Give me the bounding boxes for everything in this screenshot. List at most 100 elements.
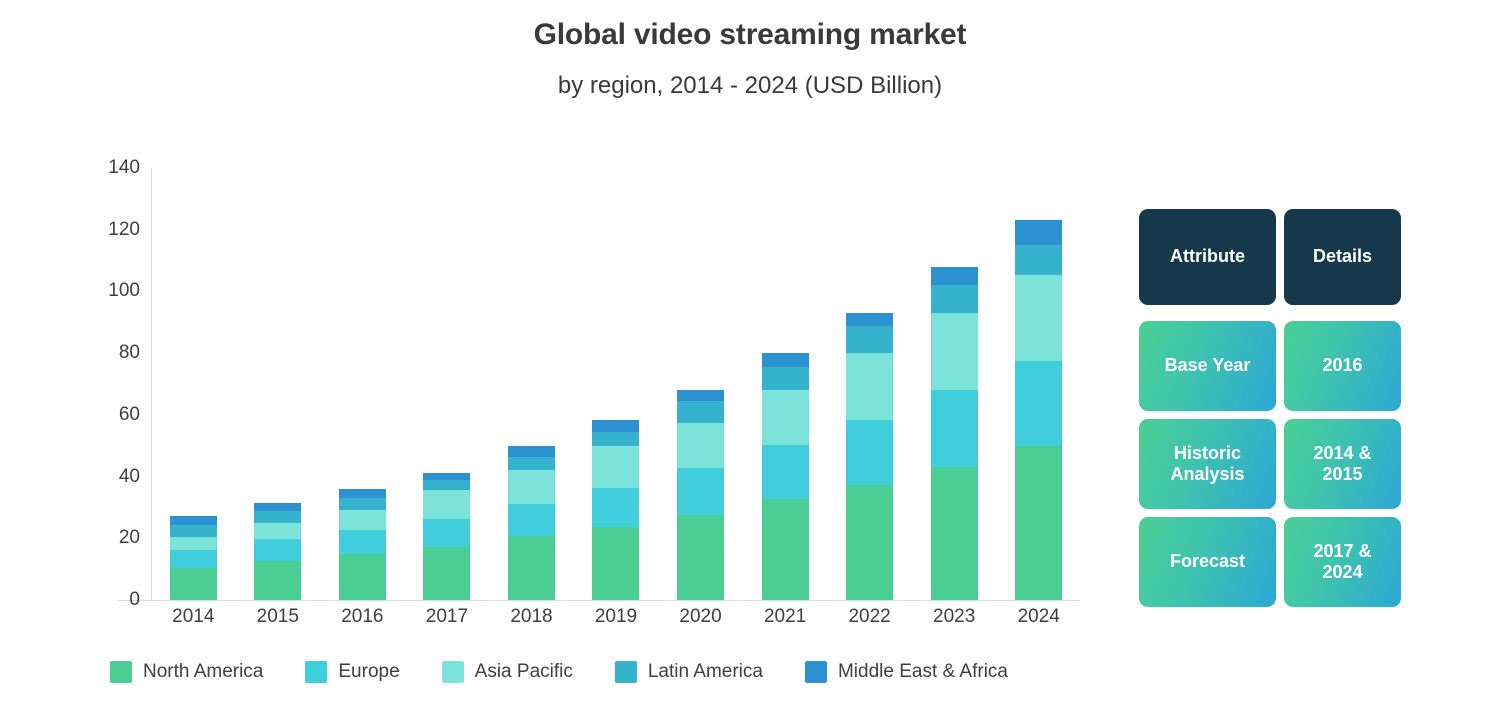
bar-segment-asia-pacific-2024[interactable] [1015,275,1063,361]
bar-group-2015[interactable] [236,168,321,600]
table-cell-details: 2017 & 2024 [1284,517,1401,607]
bar-segment-europe-2018[interactable] [507,503,555,536]
bar-segment-latin-america-2014[interactable] [169,524,217,537]
bar-group-2018[interactable] [489,168,574,600]
bar-segment-middle-east-africa-2015[interactable] [254,503,302,512]
x-axis-tick-2024: 2024 [1017,606,1060,627]
bar-segment-europe-2017[interactable] [423,518,471,547]
legend-swatch-icon [441,661,464,683]
bar-group-2014[interactable] [151,168,236,600]
stacked-bar-2020[interactable] [677,389,725,600]
bar-segment-europe-2019[interactable] [592,488,640,527]
bar-segment-north-america-2017[interactable] [423,546,471,600]
table-cell-attribute: Historic Analysis [1139,419,1276,509]
stacked-bar-2014[interactable] [169,515,217,600]
bar-segment-middle-east-africa-2014[interactable] [169,515,217,525]
stacked-bar-2023[interactable] [930,267,978,600]
bar-segment-europe-2015[interactable] [254,539,302,561]
bar-segment-north-america-2022[interactable] [846,485,894,600]
bar-segment-asia-pacific-2023[interactable] [930,313,978,391]
bar-segment-europe-2022[interactable] [846,419,894,486]
bar-segment-asia-pacific-2014[interactable] [169,536,217,550]
legend-item-asia-pacific[interactable]: Asia Pacific [441,661,573,683]
bar-segment-europe-2014[interactable] [169,549,217,568]
bar-segment-latin-america-2015[interactable] [254,511,302,524]
bar-segment-middle-east-africa-2024[interactable] [1015,219,1063,245]
stacked-bar-2024[interactable] [1015,219,1063,600]
table-cell-details: 2014 & 2015 [1284,419,1401,509]
stacked-bar-2018[interactable] [507,445,555,600]
bar-segment-asia-pacific-2018[interactable] [507,469,555,504]
bar-segment-middle-east-africa-2017[interactable] [423,473,471,481]
bar-segment-asia-pacific-2016[interactable] [338,509,386,530]
bar-segment-latin-america-2018[interactable] [507,456,555,470]
bar-segment-latin-america-2020[interactable] [677,400,725,423]
stacked-bar-2022[interactable] [846,313,894,600]
bar-segment-asia-pacific-2020[interactable] [677,422,725,469]
bar-segment-asia-pacific-2015[interactable] [254,523,302,540]
stacked-bar-2019[interactable] [592,420,640,600]
bar-segment-latin-america-2024[interactable] [1015,244,1063,276]
bar-group-2020[interactable] [658,168,743,600]
bar-segment-north-america-2020[interactable] [677,514,725,600]
bar-segment-europe-2021[interactable] [761,445,809,499]
bar-segment-north-america-2016[interactable] [338,553,386,600]
bar-segment-north-america-2019[interactable] [592,526,640,600]
bar-segment-middle-east-africa-2020[interactable] [677,389,725,401]
bar-segment-middle-east-africa-2018[interactable] [507,445,555,457]
bar-group-2022[interactable] [827,168,912,600]
table-row: Forecast 2017 & 2024 [1139,517,1401,607]
bar-segment-europe-2016[interactable] [338,529,386,554]
stacked-bar-2016[interactable] [338,488,386,600]
attribute-details-table: Attribute Details Base Year 2016 Historic … [1139,209,1401,607]
bar-segment-europe-2023[interactable] [930,390,978,467]
table-body: Base Year 2016 Historic Analysis 2014 & 201… [1139,313,1401,607]
stacked-bar-2015[interactable] [254,503,302,600]
bar-segment-asia-pacific-2017[interactable] [423,490,471,519]
bar-segment-middle-east-africa-2022[interactable] [846,313,894,327]
bar-segment-north-america-2014[interactable] [169,567,217,600]
legend-item-middle-east-africa[interactable]: Middle East & Africa [804,661,1008,683]
legend-item-europe[interactable]: Europe [305,661,400,683]
bar-segment-europe-2020[interactable] [677,468,725,515]
bar-segment-latin-america-2019[interactable] [592,431,640,447]
legend-item-latin-america[interactable]: Latin America [614,661,763,683]
y-axis-tick-60: 60 [118,403,140,425]
bar-segment-asia-pacific-2022[interactable] [846,352,894,420]
bar-group-2019[interactable] [574,168,659,600]
bar-segment-latin-america-2016[interactable] [338,497,386,510]
x-axis-line [118,600,1080,601]
stacked-bar-2021[interactable] [761,353,809,600]
bar-group-2024[interactable] [996,168,1081,600]
table-cell-attribute: Base Year [1139,321,1276,411]
y-axis-tick-20: 20 [118,527,140,549]
bar-segment-north-america-2021[interactable] [761,498,809,600]
bar-group-2016[interactable] [320,168,405,600]
table-cell-details: 2016 [1284,321,1401,411]
table-header-attribute: Attribute [1139,209,1276,305]
bar-group-2021[interactable] [743,168,828,600]
bar-group-2023[interactable] [912,168,997,600]
bar-segment-north-america-2024[interactable] [1015,446,1063,600]
bar-segment-north-america-2015[interactable] [254,560,302,600]
legend-swatch-icon [614,661,637,683]
bar-segment-asia-pacific-2021[interactable] [761,389,809,446]
bar-segment-europe-2024[interactable] [1015,360,1063,447]
bar-segment-latin-america-2017[interactable] [423,480,471,491]
bar-segment-north-america-2018[interactable] [507,535,555,600]
bar-segment-asia-pacific-2019[interactable] [592,446,640,488]
bar-segment-latin-america-2023[interactable] [930,285,978,314]
bar-group-2017[interactable] [405,168,490,600]
bar-segment-north-america-2023[interactable] [930,466,978,600]
bar-segment-middle-east-africa-2019[interactable] [592,420,640,432]
bar-segment-latin-america-2021[interactable] [761,366,809,390]
table-cell-attribute: Forecast [1139,517,1276,607]
table-header-row: Attribute Details [1139,209,1401,305]
stacked-bar-2017[interactable] [423,473,471,600]
legend-swatch-icon [110,661,132,683]
bar-segment-latin-america-2022[interactable] [846,326,894,353]
bar-segment-middle-east-africa-2016[interactable] [338,488,386,498]
legend-item-north-america[interactable]: North America [110,661,263,683]
bar-segment-middle-east-africa-2023[interactable] [930,267,978,286]
bar-segment-middle-east-africa-2021[interactable] [761,353,809,367]
